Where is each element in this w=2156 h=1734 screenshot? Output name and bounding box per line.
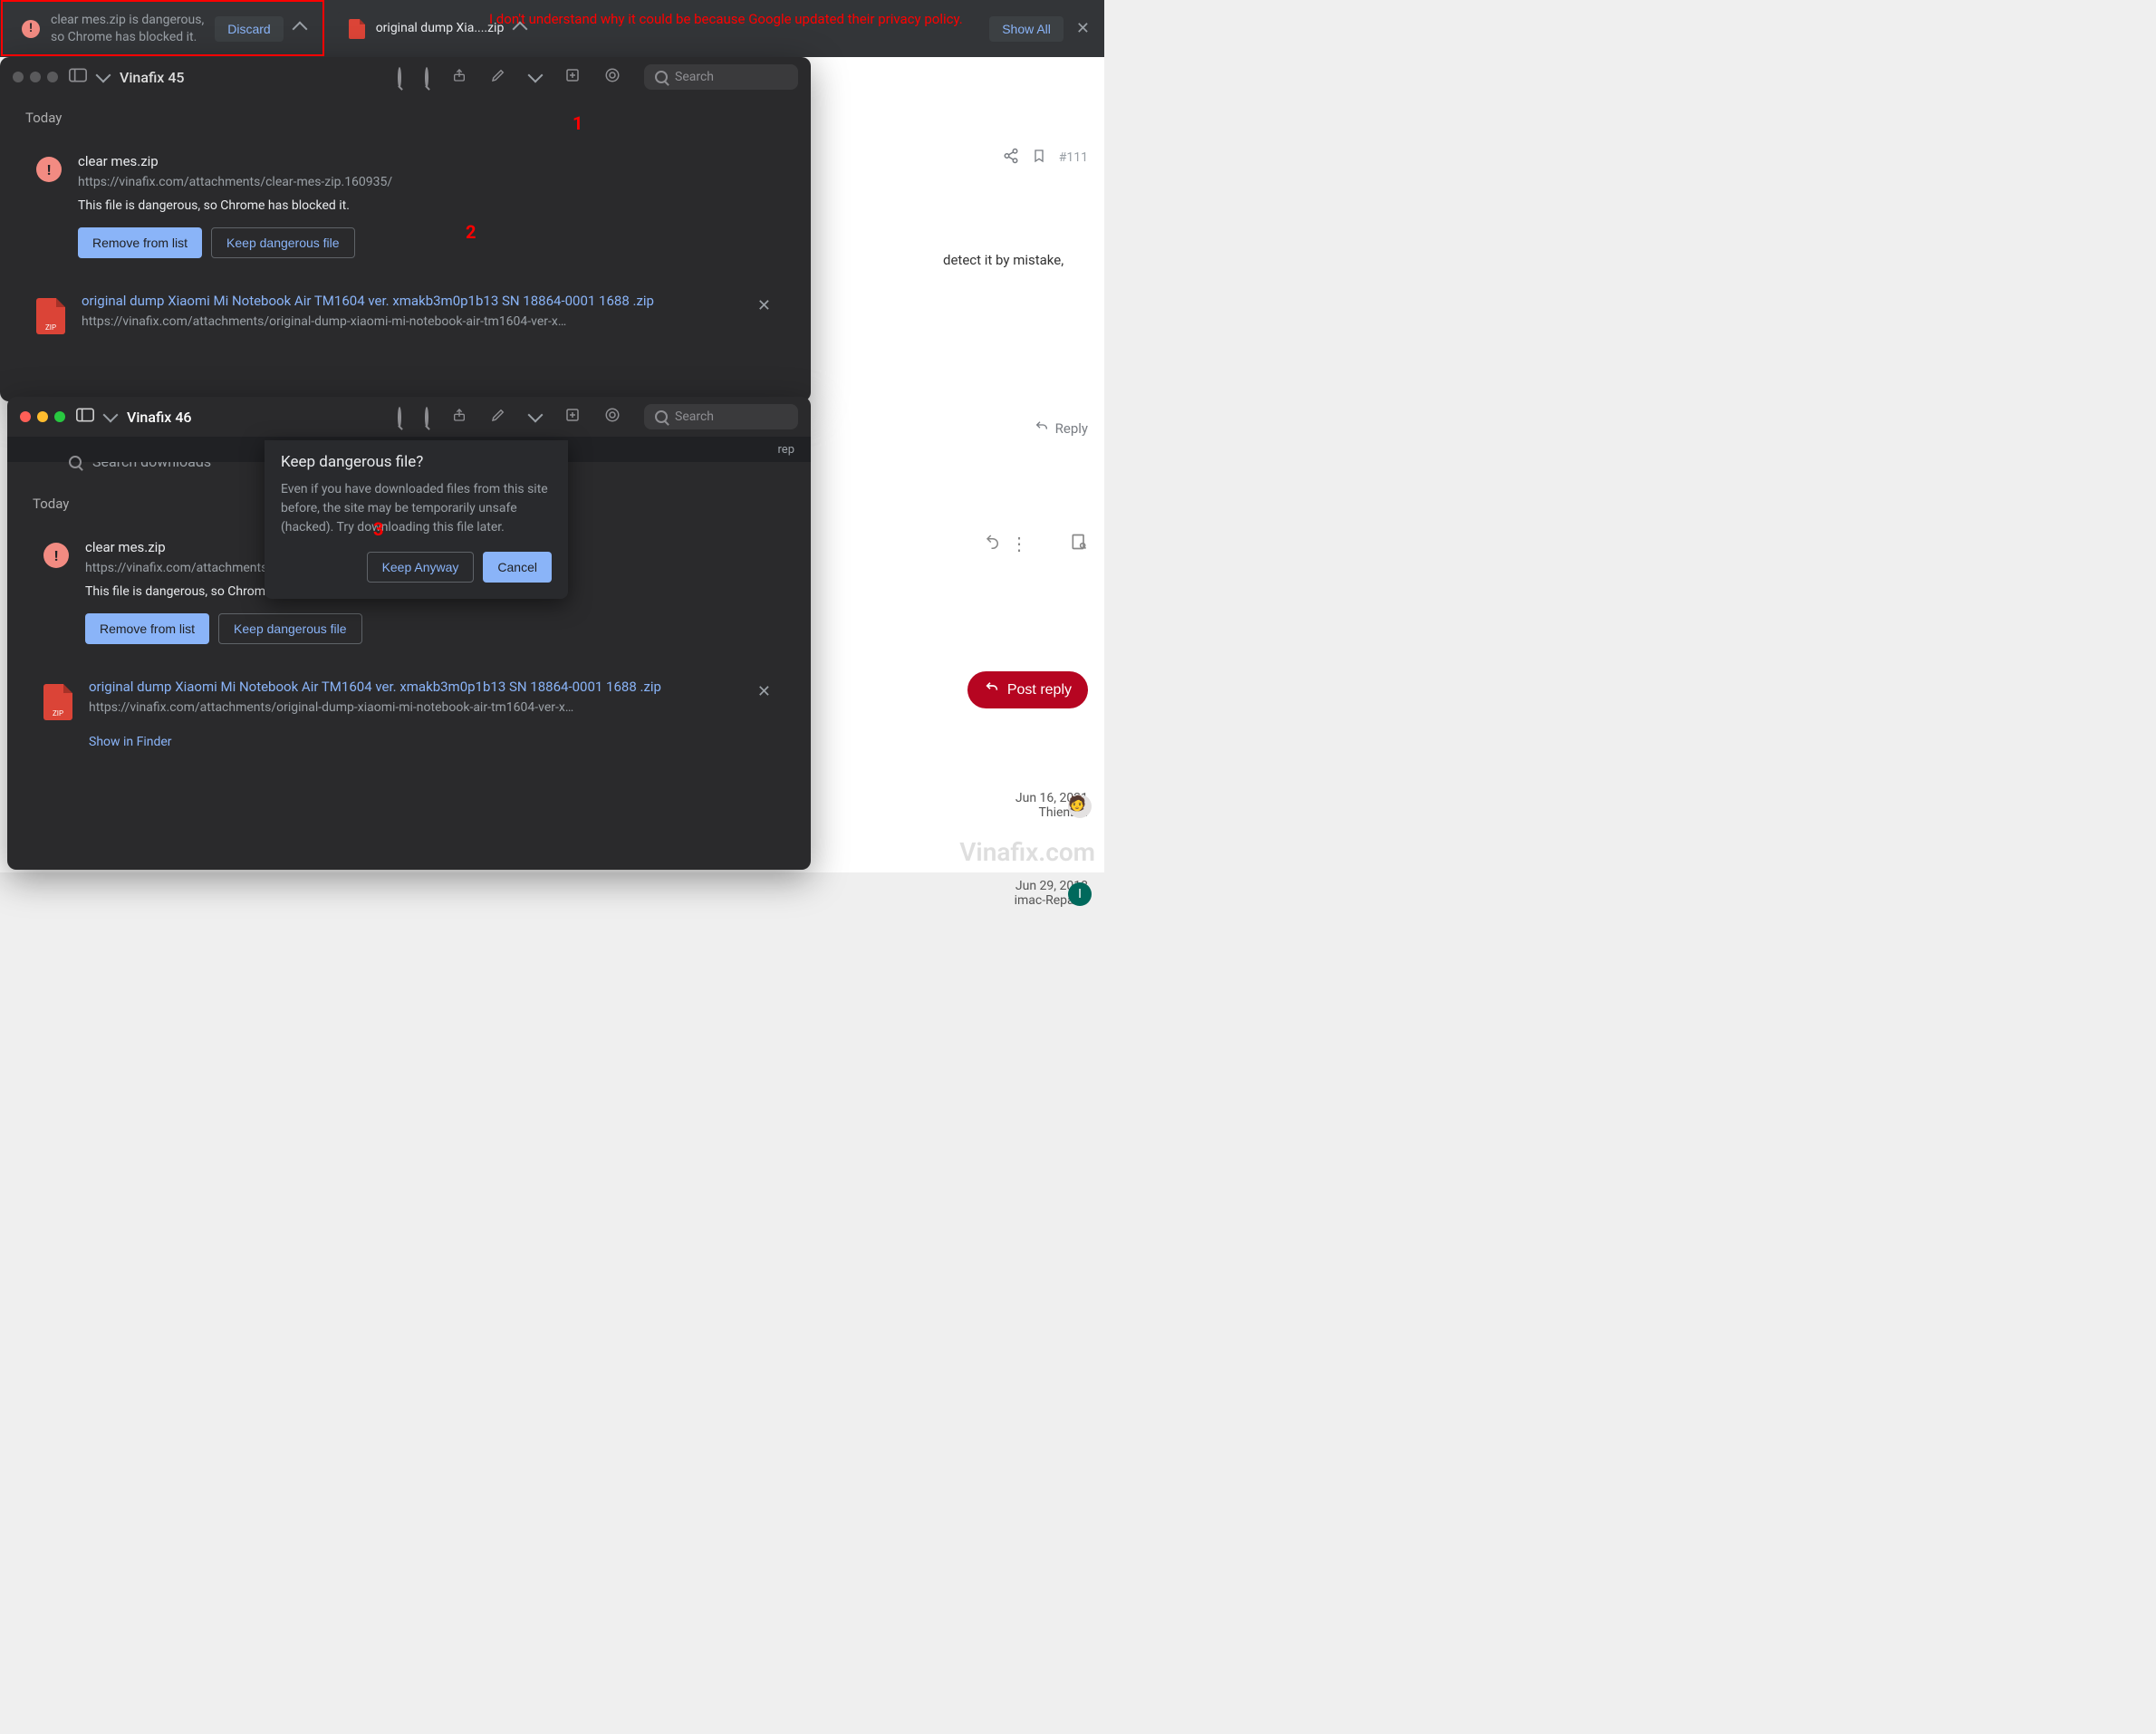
post-reply-icon (984, 680, 1000, 699)
download-item-zip: ZIP original dump Xiaomi Mi Notebook Air… (27, 664, 791, 764)
shield-icon[interactable] (604, 67, 621, 87)
zoom-in-icon[interactable] (425, 69, 428, 86)
new-tab-icon[interactable] (564, 67, 581, 87)
download-chip-blocked[interactable]: clear mes.zip is dangerous, so Chrome ha… (11, 5, 316, 52)
zip-icon: ZIP (43, 684, 72, 720)
chevron-up-icon[interactable] (292, 21, 307, 36)
annotation-text: I don't understand why it could be becau… (489, 11, 963, 27)
editor-misc-icons: ⋮ (985, 533, 1088, 554)
edit-icon[interactable] (490, 67, 506, 87)
avatar[interactable]: 🧑 (1068, 795, 1092, 818)
search-input[interactable]: Search (644, 64, 798, 90)
post-actions: #111 (1003, 148, 1088, 168)
new-tab-icon[interactable] (564, 407, 581, 427)
show-in-finder-link[interactable]: Show in Finder (89, 735, 172, 749)
reply-button[interactable]: Reply (1034, 419, 1088, 438)
chevron-down-icon[interactable] (103, 408, 119, 423)
strip-text: rep (778, 443, 794, 457)
chevron-down-icon[interactable] (528, 68, 544, 83)
sidebar-toggle-icon[interactable] (76, 408, 94, 426)
warning-icon (43, 543, 69, 568)
keep-dangerous-dialog: Keep dangerous file? Even if you have do… (265, 440, 568, 599)
browser-window-2: Vinafix 46 Search rep Search downloads T… (7, 397, 811, 870)
annotation-number: 2 (466, 221, 476, 243)
reply-label: Reply (1055, 420, 1088, 437)
keep-dangerous-file-button[interactable]: Keep dangerous file (211, 227, 355, 258)
zoom-out-icon[interactable] (398, 69, 401, 86)
preview-icon[interactable] (1070, 533, 1088, 554)
file-name-link[interactable]: original dump Xiaomi Mi Notebook Air TM1… (82, 293, 737, 309)
avatar[interactable]: I (1068, 882, 1092, 906)
keep-dangerous-file-button[interactable]: Keep dangerous file (218, 613, 362, 644)
zip-icon (349, 19, 365, 39)
post-id[interactable]: #111 (1059, 150, 1088, 165)
annotation-number: 1 (573, 112, 582, 134)
remove-icon[interactable]: ✕ (754, 293, 775, 319)
warning-icon (36, 157, 62, 182)
file-name: clear mes.zip (78, 153, 775, 169)
more-icon[interactable]: ⋮ (1010, 533, 1028, 554)
annotation-number: 3 (373, 518, 383, 540)
file-url[interactable]: https://vinafix.com/attachments/original… (89, 700, 737, 715)
share-icon[interactable] (452, 406, 467, 428)
file-name-link[interactable]: original dump Xiaomi Mi Notebook Air TM1… (89, 679, 737, 695)
sidebar-toggle-icon[interactable] (69, 68, 87, 86)
post-reply-button[interactable]: Post reply (967, 671, 1088, 708)
section-header: Today (0, 97, 811, 133)
titlebar[interactable]: Vinafix 45 Search (0, 57, 811, 97)
chevron-down-icon[interactable] (96, 68, 111, 83)
traffic-lights[interactable] (13, 72, 58, 82)
post-reply-label: Post reply (1007, 682, 1072, 698)
browser-window-1: Vinafix 45 Search Today clear mes.zip ht… (0, 57, 811, 401)
download-item-zip: ZIP original dump Xiaomi Mi Notebook Air… (20, 278, 791, 352)
download-item-blocked: clear mes.zip https://vinafix.com/attach… (20, 139, 791, 273)
remove-icon[interactable]: ✕ (754, 679, 775, 705)
zoom-in-icon[interactable] (425, 409, 428, 426)
search-placeholder: Search (675, 409, 714, 424)
search-icon (655, 71, 668, 83)
dialog-title: Keep dangerous file? (281, 453, 552, 471)
keep-anyway-button[interactable]: Keep Anyway (367, 552, 475, 583)
zip-filename: original dump Xia....zip (376, 20, 505, 36)
show-all-button[interactable]: Show All (989, 16, 1064, 42)
search-input[interactable]: Search (644, 404, 798, 429)
shield-icon[interactable] (604, 407, 621, 427)
search-placeholder: Search (675, 70, 714, 84)
traffic-lights[interactable] (20, 411, 65, 422)
watermark: Vinafix.com (959, 837, 1095, 867)
blocked-text: clear mes.zip is dangerous, so Chrome ha… (51, 12, 204, 44)
window-title: Vinafix 45 (120, 69, 185, 86)
warning-icon (22, 20, 40, 38)
file-url[interactable]: https://vinafix.com/attachments/original… (82, 314, 737, 329)
remove-from-list-button[interactable]: Remove from list (78, 227, 202, 258)
file-url[interactable]: https://vinafix.com/attachments/clear-me… (78, 175, 775, 189)
zip-icon: ZIP (36, 298, 65, 334)
warning-message: This file is dangerous, so Chrome has bl… (78, 198, 775, 213)
share-icon[interactable] (452, 66, 467, 88)
close-icon[interactable]: ✕ (1073, 15, 1093, 42)
discard-button[interactable]: Discard (215, 16, 283, 42)
remove-from-list-button[interactable]: Remove from list (85, 613, 209, 644)
undo-icon[interactable] (985, 533, 1001, 554)
reply-icon (1034, 419, 1050, 438)
dialog-body: Even if you have downloaded files from t… (281, 480, 552, 537)
window-title: Vinafix 46 (127, 409, 192, 426)
bookmark-icon[interactable] (1032, 148, 1046, 168)
chevron-down-icon[interactable] (528, 408, 544, 423)
search-icon (69, 456, 82, 468)
post-text-snippet: detect it by mistake, (943, 252, 1088, 268)
chrome-download-shelf: clear mes.zip is dangerous, so Chrome ha… (0, 0, 1104, 57)
titlebar[interactable]: Vinafix 46 Search (7, 397, 811, 437)
search-icon (655, 410, 668, 423)
edit-icon[interactable] (490, 407, 506, 427)
cancel-button[interactable]: Cancel (483, 552, 552, 583)
zoom-out-icon[interactable] (398, 409, 401, 426)
share-icon[interactable] (1003, 148, 1019, 168)
